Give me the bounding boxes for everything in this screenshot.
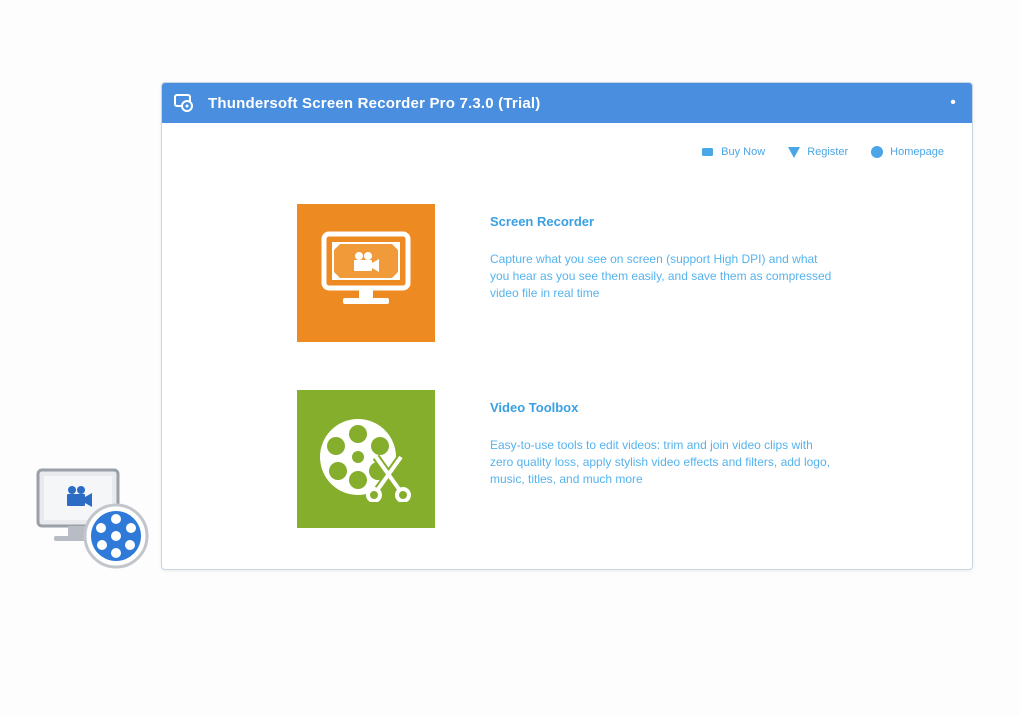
title-bar[interactable]: Thundersoft Screen Recorder Pro 7.3.0 (T… — [162, 83, 972, 123]
buy-now-label: Buy Now — [721, 146, 766, 158]
homepage-label: Homepage — [890, 146, 944, 158]
video-toolbox-description: Easy-to-use tools to edit videos: trim a… — [490, 438, 830, 486]
film-reel-scissors-icon — [316, 412, 416, 507]
globe-icon — [870, 145, 884, 159]
video-toolbox-title[interactable]: Video Toolbox — [490, 400, 850, 415]
top-links: Buy Now Register Homepage — [701, 145, 944, 159]
video-toolbox-text: Video Toolbox Easy-to-use tools to edit … — [490, 390, 850, 488]
register-link[interactable]: Register — [787, 145, 848, 159]
screen-recorder-description: Capture what you see on screen (support … — [490, 252, 832, 300]
monitor-camera-icon — [321, 231, 411, 316]
screen-recorder-title[interactable]: Screen Recorder — [490, 214, 850, 229]
cart-icon — [701, 146, 715, 158]
feature-video-toolbox: Video Toolbox Easy-to-use tools to edit … — [297, 390, 850, 528]
window-title: Thundersoft Screen Recorder Pro 7.3.0 (T… — [208, 94, 541, 112]
window-menu-button[interactable]: • — [944, 95, 962, 111]
screen-recorder-text: Screen Recorder Capture what you see on … — [490, 204, 850, 302]
desktop: Thundersoft Screen Recorder Pro 7.3.0 (T… — [0, 0, 1020, 716]
app-window: Thundersoft Screen Recorder Pro 7.3.0 (T… — [161, 82, 973, 570]
app-logo-icon — [172, 91, 196, 115]
video-toolbox-tile[interactable] — [297, 390, 435, 528]
screen-recorder-shortcut-icon[interactable] — [34, 466, 150, 570]
key-icon — [787, 145, 801, 159]
screen-recorder-tile[interactable] — [297, 204, 435, 342]
register-label: Register — [807, 146, 849, 158]
feature-screen-recorder: Screen Recorder Capture what you see on … — [297, 204, 850, 342]
homepage-link[interactable]: Homepage — [870, 145, 944, 159]
buy-now-link[interactable]: Buy Now — [701, 146, 765, 158]
